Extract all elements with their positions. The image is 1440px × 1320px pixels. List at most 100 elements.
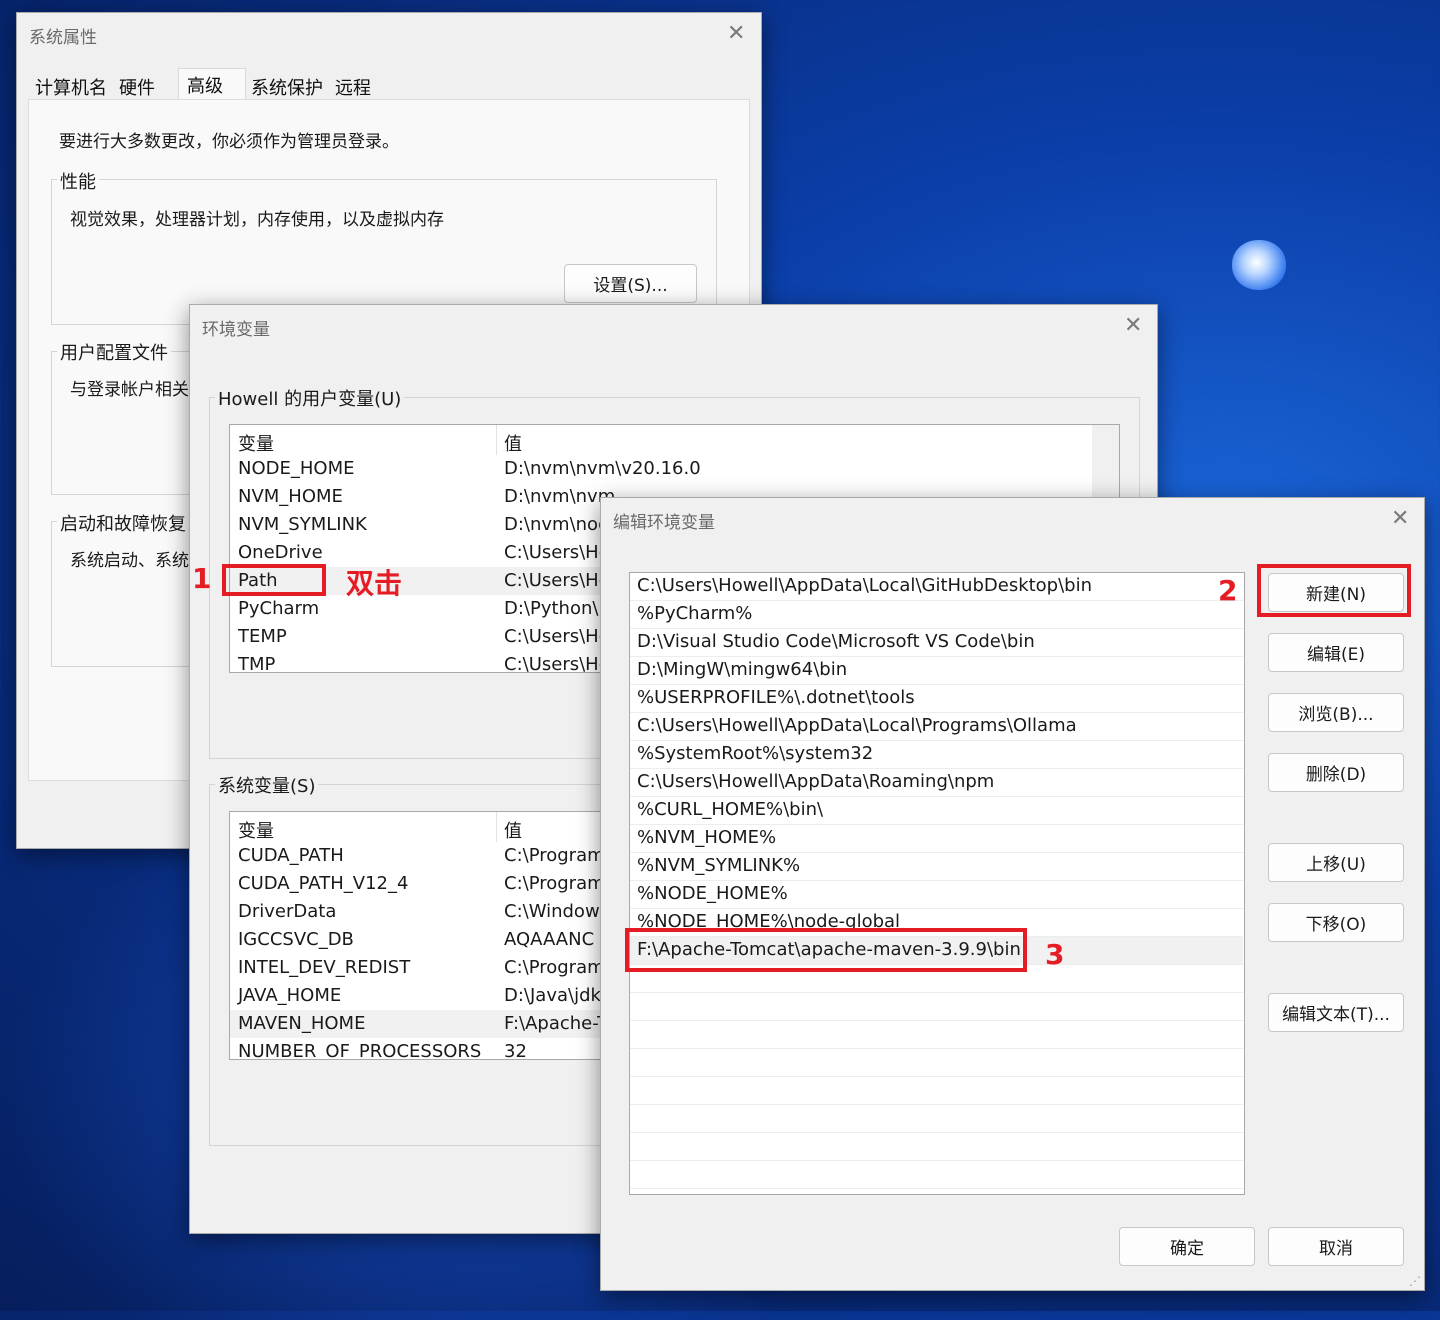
variable-name: JAVA_HOME [238,985,342,1006]
path-entry-text: %PyCharm% [637,603,753,624]
performance-desc: 视觉效果，处理器计划，内存使用，以及虚拟内存 [70,210,444,230]
edit-text-button[interactable]: 编辑文本(T)... [1268,993,1404,1032]
close-icon[interactable]: ✕ [727,23,745,45]
move-down-button[interactable]: 下移(O) [1268,903,1404,942]
variable-value: D:\nvm\nod [504,514,610,535]
variable-value: D:\Java\jdk [504,985,601,1006]
user-profile-label: 用户配置文件 [57,339,171,365]
path-entry-text: C:\Users\Howell\AppData\Local\Programs\O… [637,715,1077,736]
variable-value: C:\Users\Ho [504,654,610,673]
empty-row[interactable] [630,1021,1243,1049]
performance-label: 性能 [57,168,99,194]
variable-name: NODE_HOME [238,458,355,479]
window-title: 编辑环境变量 [613,513,715,533]
tab-computer-name[interactable]: 计算机名 [35,74,107,100]
variable-name: TEMP [238,626,287,647]
list-item[interactable]: C:\Users\Howell\AppData\Roaming\npm [630,769,1243,797]
empty-row[interactable] [630,1077,1243,1105]
resize-grip-icon[interactable]: ⋰ [1409,1274,1421,1288]
column-header-variable[interactable]: 变量 [238,430,274,456]
column-header-value[interactable]: 值 [504,817,522,843]
list-item[interactable]: %NODE_HOME% [630,881,1243,909]
variable-value: AQAAANC [504,929,595,950]
variable-value: C:\Program [504,957,605,978]
variable-name: DriverData [238,901,337,922]
admin-note: 要进行大多数更改，你必须作为管理员登录。 [59,132,399,152]
step-2-highlight-box [1257,564,1411,617]
path-entry-text: C:\Users\Howell\AppData\Roaming\npm [637,771,995,792]
variable-name: TMP [238,654,276,673]
list-item[interactable]: C:\Users\Howell\AppData\Local\Programs\O… [630,713,1243,741]
variable-name: CUDA_PATH [238,845,344,866]
tab-system-protection[interactable]: 系统保护 [251,74,323,100]
list-item[interactable]: %SystemRoot%\system32 [630,741,1243,769]
variable-name: NUMBER_OF_PROCESSORS [238,1041,482,1060]
edit-button[interactable]: 编辑(E) [1268,633,1404,672]
table-row[interactable]: NODE_HOME D:\nvm\nvm\v20.16.0 [230,455,1091,483]
path-entry-text: %NVM_SYMLINK% [637,855,801,876]
list-item[interactable]: %NVM_SYMLINK% [630,853,1243,881]
step-3-number: 3 [1045,938,1065,971]
path-entry-text: D:\Visual Studio Code\Microsoft VS Code\… [637,631,1035,652]
variable-value: C:\Users\Ho [504,542,610,563]
empty-row[interactable] [630,1161,1243,1189]
close-icon[interactable]: ✕ [1124,315,1142,337]
path-entry-list[interactable]: C:\Users\Howell\AppData\Local\GitHubDesk… [629,572,1245,1195]
step-1-highlight-box [222,564,326,596]
path-entry-text: C:\Users\Howell\AppData\Local\GitHubDesk… [637,575,1093,596]
variable-value: C:\Users\Ho [504,570,610,591]
variable-name: PyCharm [238,598,320,619]
step-2-number: 2 [1218,574,1238,607]
ok-button[interactable]: 确定 [1119,1227,1255,1266]
list-item[interactable]: %PyCharm% [630,601,1243,629]
list-item[interactable]: D:\Visual Studio Code\Microsoft VS Code\… [630,629,1243,657]
step-1-number: 1 [192,562,212,595]
variable-value: 32 [504,1041,527,1060]
path-entry-text: %USERPROFILE%\.dotnet\tools [637,687,915,708]
variable-name: NVM_SYMLINK [238,514,367,535]
startup-recovery-desc: 系统启动、系统 [70,551,189,571]
list-item[interactable]: %USERPROFILE%\.dotnet\tools [630,685,1243,713]
variable-value: D:\Python\P [504,598,610,619]
system-vars-label: 系统变量(S) [215,772,319,798]
variable-value: C:\Users\Ho [504,626,610,647]
user-profile-desc: 与登录帐户相关 [70,380,189,400]
variable-name: IGCCSVC_DB [238,929,354,950]
list-item[interactable]: C:\Users\Howell\AppData\Local\GitHubDesk… [630,573,1243,601]
empty-row[interactable] [630,1049,1243,1077]
empty-row[interactable] [630,993,1243,1021]
variable-value: C:\Windows [504,901,610,922]
empty-row[interactable] [630,1133,1243,1161]
path-entry-text: %NODE_HOME% [637,883,788,904]
browse-button[interactable]: 浏览(B)... [1268,693,1404,732]
variable-name: INTEL_DEV_REDIST [238,957,411,978]
startup-recovery-label: 启动和故障恢复 [57,510,189,536]
column-header-value[interactable]: 值 [504,430,522,456]
settings-button[interactable]: 设置(S)... [564,264,697,303]
list-item[interactable]: %NVM_HOME% [630,825,1243,853]
cancel-button[interactable]: 取消 [1268,1227,1404,1266]
path-entries: C:\Users\Howell\AppData\Local\GitHubDesk… [630,573,1244,1194]
variable-name: OneDrive [238,542,323,563]
move-up-button[interactable]: 上移(U) [1268,843,1404,882]
variable-name: CUDA_PATH_V12_4 [238,873,409,894]
window-title: 系统属性 [29,28,97,48]
column-divider [496,812,497,842]
variable-name: MAVEN_HOME [238,1013,366,1034]
tab-hardware[interactable]: 硬件 [119,74,155,100]
variable-value: D:\nvm\nvm\v20.16.0 [504,458,701,479]
empty-row[interactable] [630,1105,1243,1133]
close-icon[interactable]: ✕ [1391,508,1409,530]
user-vars-label: Howell 的用户变量(U) [215,385,405,411]
list-item[interactable]: %CURL_HOME%\bin\ [630,797,1243,825]
list-item[interactable]: D:\MingW\mingw64\bin [630,657,1243,685]
tab-remote[interactable]: 远程 [335,74,371,100]
variable-value: C:\Program [504,845,605,866]
list-header: 变量 值 [230,425,1091,455]
delete-button[interactable]: 删除(D) [1268,753,1404,792]
step-3-highlight-box [625,928,1027,972]
path-entry-text: %CURL_HOME%\bin\ [637,799,824,820]
variable-value: D:\nvm\nvm [504,486,616,507]
column-header-variable[interactable]: 变量 [238,817,274,843]
column-divider [496,425,497,455]
